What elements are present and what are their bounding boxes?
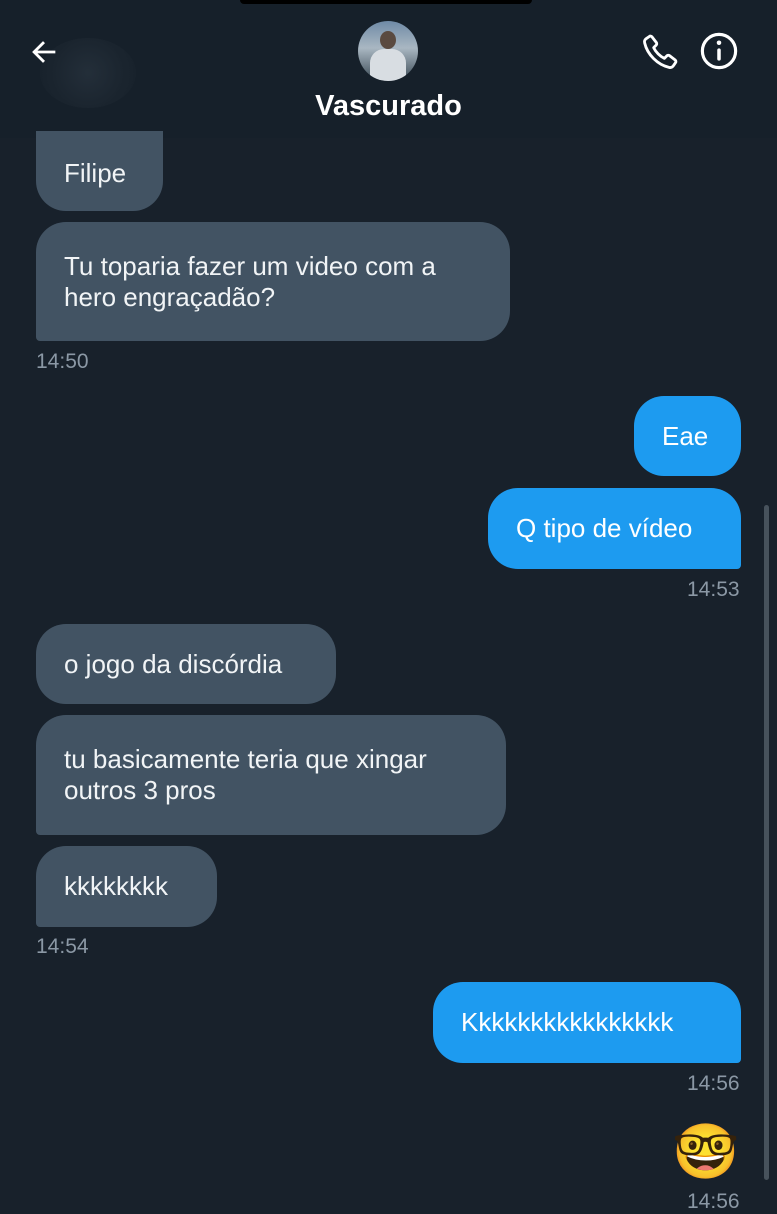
message-text: Tu toparia fazer um video com a hero eng…	[64, 250, 436, 312]
message-bubble-received[interactable]: tu basicamente teria que xingar outros 3…	[36, 715, 506, 835]
phone-icon	[643, 34, 678, 69]
avatar-body	[370, 49, 406, 81]
message-timestamp: 14:50	[36, 350, 89, 373]
message-bubble-received[interactable]: kkkkkkkk	[36, 846, 217, 927]
call-button[interactable]	[636, 26, 686, 76]
message-text: Kkkkkkkkkkkkkkkk	[461, 1007, 674, 1037]
message-bubble-sent[interactable]: Eae	[634, 396, 741, 476]
message-timestamp: 14:54	[36, 935, 89, 958]
contact-avatar[interactable]	[358, 21, 418, 81]
message-timestamp: 14:53	[687, 578, 740, 601]
info-button[interactable]	[694, 26, 744, 76]
nerd-face-emoji-message[interactable]: 🤓	[672, 1122, 739, 1182]
avatar-face	[380, 31, 396, 49]
back-button[interactable]	[20, 28, 68, 76]
message-bubble-received[interactable]: Filipe	[36, 131, 163, 211]
message-bubble-sent[interactable]: Q tipo de vídeo	[488, 488, 741, 569]
message-text: o jogo da discórdia	[64, 648, 283, 679]
message-timestamp: 14:56	[687, 1190, 740, 1213]
message-bubble-sent[interactable]: Kkkkkkkkkkkkkkkk	[433, 982, 741, 1063]
top-notch	[240, 0, 532, 4]
message-text: Filipe	[64, 157, 127, 188]
message-bubble-received[interactable]: o jogo da discórdia	[36, 624, 336, 704]
contact-name[interactable]: Vascurado	[0, 90, 777, 123]
message-text: tu basicamente teria que xingar outros 3…	[64, 744, 427, 805]
message-text: Q tipo de vídeo	[516, 513, 693, 543]
message-text: Eae	[662, 420, 709, 451]
message-timestamp: 14:56	[687, 1072, 740, 1095]
arrow-left-icon	[32, 41, 56, 63]
chat-header: Vascurado	[0, 0, 777, 138]
message-bubble-received[interactable]: Tu toparia fazer um video com a hero eng…	[36, 222, 510, 341]
message-text: kkkkkkkk	[64, 871, 168, 901]
info-icon	[700, 32, 738, 70]
scrollbar[interactable]	[764, 505, 769, 1180]
